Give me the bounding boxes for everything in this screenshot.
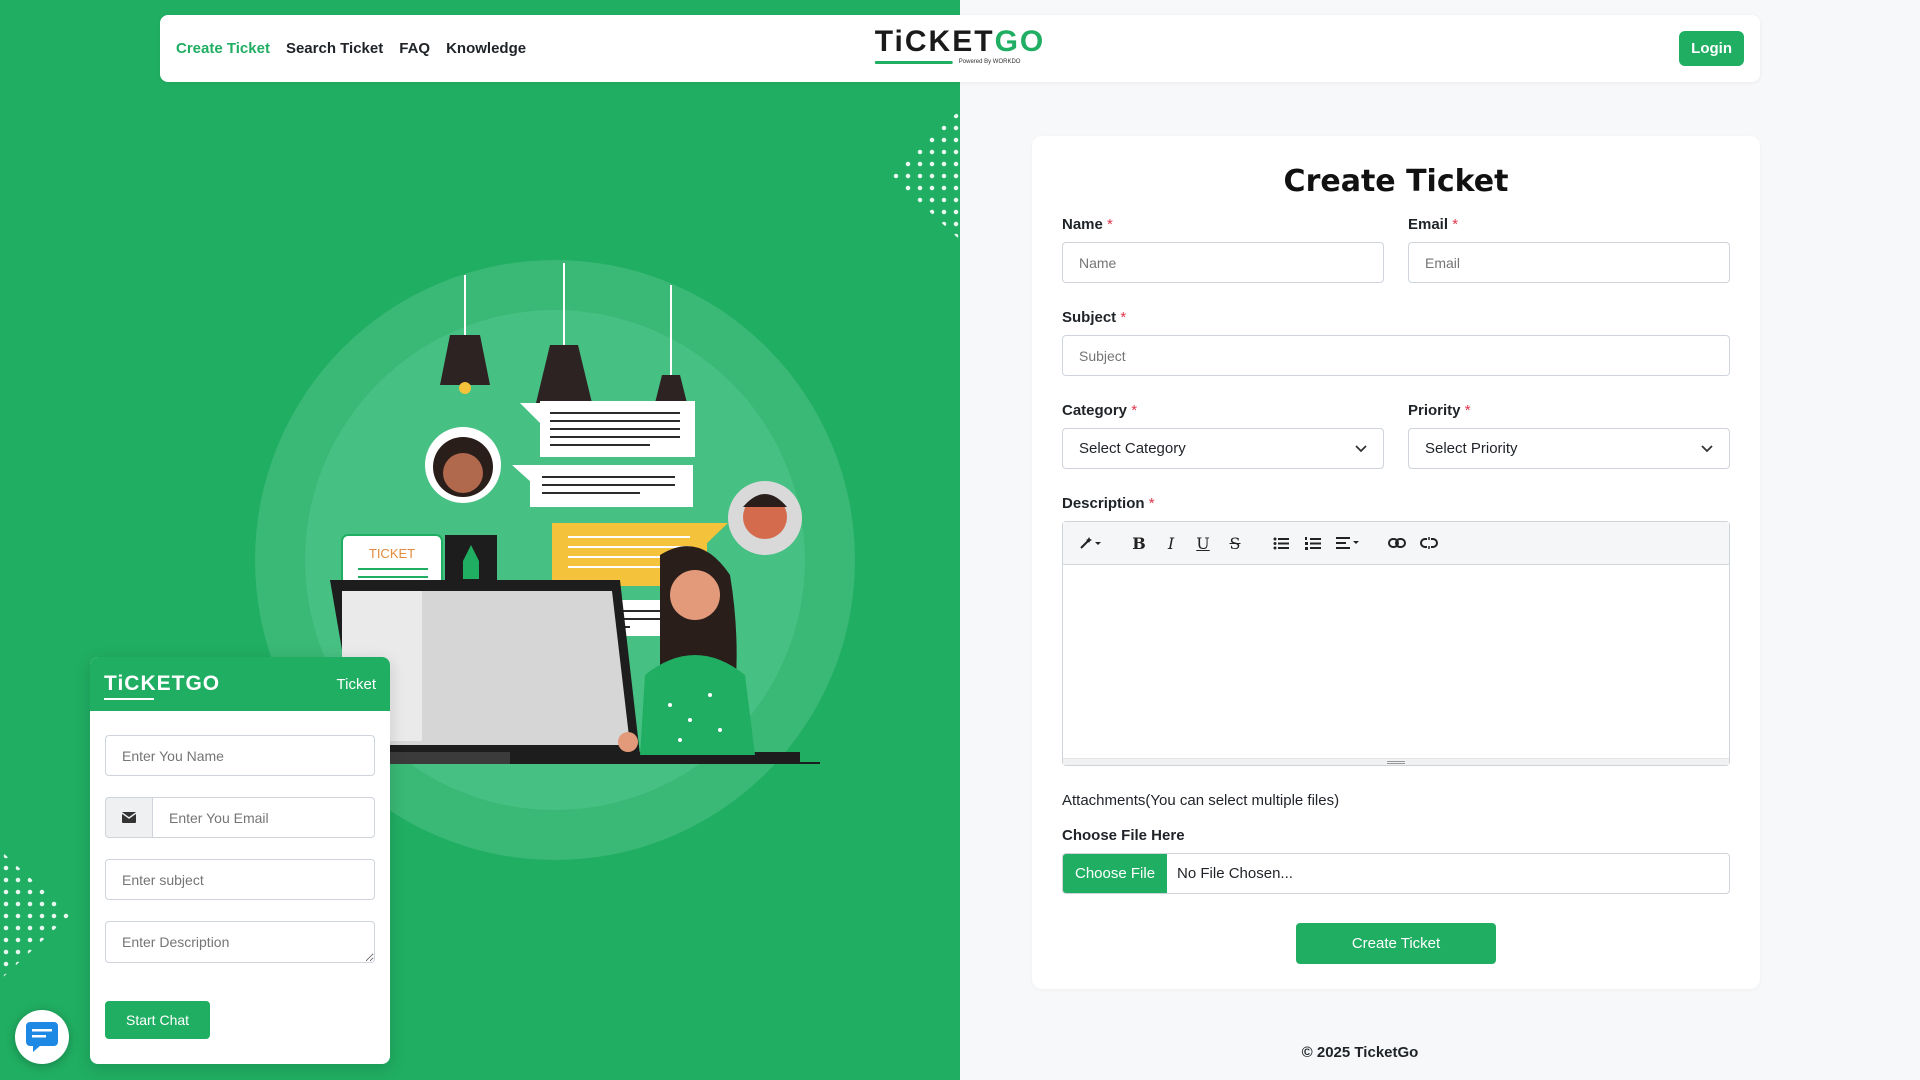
category-select-value: Select Category: [1079, 440, 1186, 457]
nav-links: Create Ticket Search Ticket FAQ Knowledg…: [176, 40, 526, 57]
dot-pattern-bottom: [0, 850, 70, 980]
brand-tagline: Powered By WORKDO: [958, 59, 1021, 65]
bullet-list-icon[interactable]: [1267, 529, 1295, 557]
start-chat-button[interactable]: Start Chat: [105, 1001, 211, 1039]
footer-copyright: © 2025 TicketGo: [1301, 1044, 1419, 1061]
category-field: Category * Select Category: [1062, 402, 1384, 469]
chat-subject-input[interactable]: [105, 859, 375, 900]
description-label-text: Description: [1062, 495, 1145, 512]
category-label: Category *: [1062, 402, 1384, 419]
priority-select[interactable]: Select Priority: [1408, 428, 1730, 469]
category-select[interactable]: Select Category: [1062, 428, 1384, 469]
dot-pattern-top: [890, 110, 960, 240]
choose-file-button[interactable]: Choose File: [1063, 854, 1168, 893]
category-priority-row: Category * Select Category Priority * Se…: [1062, 402, 1730, 469]
create-ticket-button[interactable]: Create Ticket: [1296, 923, 1496, 964]
chat-email-input[interactable]: [152, 797, 375, 838]
description-label: Description *: [1062, 495, 1730, 512]
category-label-text: Category: [1062, 402, 1128, 419]
priority-label: Priority *: [1408, 402, 1730, 419]
file-name-text: No File Chosen...: [1177, 865, 1293, 882]
strikethrough-icon[interactable]: S: [1221, 529, 1249, 557]
page-title: Create Ticket: [1283, 164, 1509, 199]
subject-label: Subject *: [1062, 309, 1730, 326]
italic-icon[interactable]: I: [1157, 529, 1185, 557]
chat-bubble-icon: [26, 1022, 58, 1052]
email-label: Email *: [1408, 216, 1730, 233]
attachments-label: Attachments(You can select multiple file…: [1062, 792, 1340, 809]
chat-widget-title: Ticket: [336, 675, 376, 693]
required-mark: *: [1120, 309, 1127, 326]
name-input[interactable]: [1062, 242, 1384, 283]
email-input[interactable]: [1408, 242, 1730, 283]
editor-resize-handle[interactable]: [1063, 758, 1729, 765]
chat-email-group: [105, 797, 375, 838]
magic-wand-style-icon[interactable]: [1073, 529, 1107, 557]
brand-underline: [874, 61, 953, 64]
email-field: Email *: [1408, 216, 1730, 283]
chat-widget-header: TiCKETGO Ticket: [90, 657, 390, 711]
file-input[interactable]: Choose File No File Chosen...: [1062, 853, 1730, 894]
priority-field: Priority * Select Priority: [1408, 402, 1730, 469]
name-email-row: Name * Email *: [1062, 216, 1730, 283]
chevron-down-icon: [1701, 444, 1713, 452]
description-field: Description * B I U S: [1062, 495, 1730, 766]
email-label-text: Email: [1408, 216, 1449, 233]
numbered-list-icon[interactable]: [1299, 529, 1327, 557]
bold-icon[interactable]: B: [1125, 529, 1153, 557]
nav-faq[interactable]: FAQ: [399, 40, 430, 57]
chat-description-input[interactable]: [105, 921, 375, 963]
nav-knowledge[interactable]: Knowledge: [446, 40, 526, 57]
paragraph-align-icon[interactable]: [1331, 529, 1365, 557]
login-button[interactable]: Login: [1679, 31, 1744, 66]
required-mark: *: [1148, 495, 1155, 512]
chat-launcher-button[interactable]: [15, 1010, 69, 1064]
nav-create-ticket[interactable]: Create Ticket: [176, 40, 270, 57]
required-mark: *: [1131, 402, 1138, 419]
envelope-icon: [105, 797, 152, 838]
chat-widget-body: Start Chat: [90, 711, 390, 1039]
choose-file-label: Choose File Here: [1062, 827, 1185, 844]
name-label-text: Name: [1062, 216, 1103, 233]
chat-name-input[interactable]: [105, 735, 375, 776]
priority-label-text: Priority: [1408, 402, 1461, 419]
chevron-down-icon: [1355, 444, 1367, 452]
illustration-ticket-label: TICKET: [369, 546, 415, 561]
unlink-icon[interactable]: [1415, 529, 1443, 557]
chat-widget-logo: TiCKETGO: [104, 672, 221, 700]
brand-logo[interactable]: TiCKETGO Powered By WORKDO: [874, 27, 1045, 65]
brand-wordmark: TiCKETGO: [875, 27, 1045, 57]
required-mark: *: [1452, 216, 1459, 233]
nav-search-ticket[interactable]: Search Ticket: [286, 40, 383, 57]
description-editor: B I U S: [1062, 521, 1730, 766]
create-ticket-card: Create Ticket Name * Email * Subject * C…: [1032, 136, 1760, 989]
brand-part1: TiCKET: [874, 25, 995, 58]
file-field: Choose File Here Choose File No File Cho…: [1062, 827, 1730, 894]
name-label: Name *: [1062, 216, 1384, 233]
priority-select-value: Select Priority: [1425, 440, 1518, 457]
subject-input[interactable]: [1062, 335, 1730, 376]
required-mark: *: [1464, 402, 1471, 419]
description-editor-area[interactable]: [1063, 566, 1729, 758]
brand-part2: GO: [994, 25, 1046, 58]
underline-icon[interactable]: U: [1189, 529, 1217, 557]
editor-toolbar: B I U S: [1063, 522, 1729, 565]
top-navbar: Create Ticket Search Ticket FAQ Knowledg…: [160, 15, 1760, 82]
link-icon[interactable]: [1383, 529, 1411, 557]
subject-field: Subject *: [1062, 309, 1730, 376]
chat-widget: TiCKETGO Ticket Start Chat: [90, 657, 390, 1064]
subject-label-text: Subject: [1062, 309, 1117, 326]
name-field: Name *: [1062, 216, 1384, 283]
required-mark: *: [1107, 216, 1113, 233]
